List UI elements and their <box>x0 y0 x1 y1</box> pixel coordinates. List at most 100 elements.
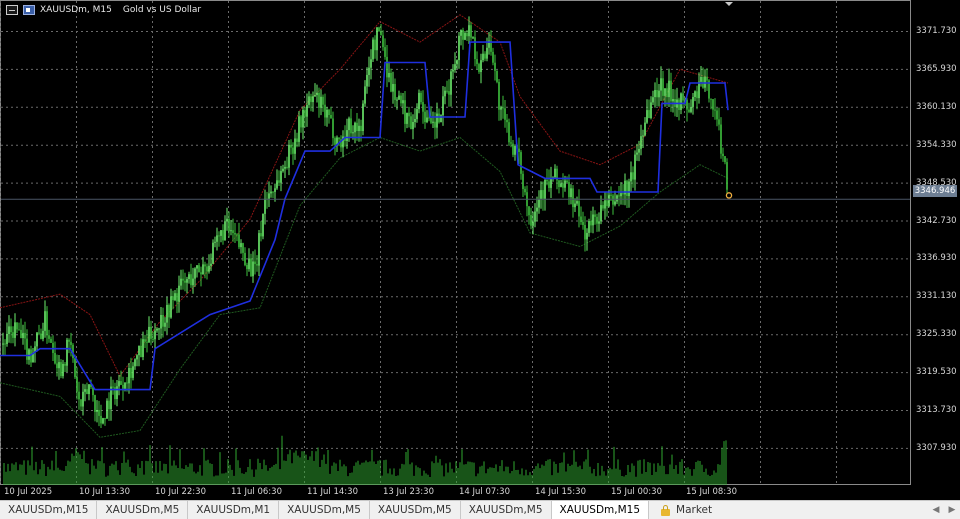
chart-tab-active[interactable]: XAUUSDm,M15 <box>551 501 650 519</box>
candle-body <box>80 399 82 407</box>
candle-body <box>432 121 434 123</box>
candle-body <box>330 115 332 119</box>
candle-body <box>212 242 214 264</box>
candle-body <box>388 73 390 78</box>
price-label: 3331.130 <box>916 291 957 301</box>
candle-body <box>566 180 568 183</box>
candle-body <box>2 343 4 345</box>
candle-body <box>168 305 170 318</box>
candle-body <box>634 154 636 180</box>
candle-body <box>382 35 384 48</box>
candle-body <box>318 92 320 108</box>
candle-body <box>122 384 124 389</box>
candle-body <box>366 74 368 87</box>
candle-body <box>288 144 290 168</box>
market-tab[interactable]: Market <box>649 501 720 519</box>
chart-tab[interactable]: XAUUSDm,M5 <box>97 501 189 519</box>
candle-body <box>608 194 610 207</box>
candle-body <box>462 30 464 40</box>
candle-body <box>186 279 188 283</box>
candle-body <box>682 93 684 101</box>
chart-tab[interactable]: XAUUSDm,M1 <box>188 501 280 519</box>
chart-description: Gold vs US Dollar <box>122 5 202 15</box>
price-chart[interactable]: XAUUSDm, M15 Gold vs US Dollar 3371.730 … <box>0 0 960 500</box>
chart-tab[interactable]: XAUUSDm,M5 <box>461 501 552 519</box>
candle-body <box>160 315 162 329</box>
chart-tab[interactable]: XAUUSDm,M5 <box>370 501 461 519</box>
candle-body <box>54 353 56 364</box>
candle-body <box>376 27 378 51</box>
candle-body <box>558 180 560 187</box>
candle-body <box>616 195 618 202</box>
candle-body <box>40 333 42 339</box>
candle-body <box>130 368 132 378</box>
candle-body <box>248 258 250 270</box>
candle-body <box>586 232 588 240</box>
candle-body <box>236 234 238 236</box>
one-click-trading-icon[interactable] <box>23 5 35 15</box>
candle-body <box>46 311 48 336</box>
candle-body <box>180 278 182 286</box>
candle-body <box>112 386 114 388</box>
candle-body <box>494 62 496 71</box>
candle-body <box>70 341 72 345</box>
candle-body <box>618 195 620 197</box>
candle-body <box>320 96 322 108</box>
tabs-scroll-left-icon[interactable]: ◀ <box>928 501 944 519</box>
candle-body <box>74 358 76 378</box>
candle-body <box>588 221 590 233</box>
time-label: 11 Jul 14:30 <box>307 487 358 497</box>
candle-body <box>304 109 306 117</box>
candle-body <box>386 56 388 78</box>
candle-body <box>478 64 480 72</box>
candle-body <box>38 332 40 334</box>
candle-body <box>48 335 50 339</box>
chart-canvas[interactable] <box>0 0 960 500</box>
candle-body <box>356 122 358 131</box>
candle-body <box>262 213 264 237</box>
chart-symbol: XAUUSDm, M15 <box>40 5 112 15</box>
candle-body <box>594 214 596 217</box>
candle-body <box>460 30 462 36</box>
time-label: 14 Jul 07:30 <box>459 487 510 497</box>
candle-body <box>436 113 438 128</box>
candle-body <box>224 221 226 241</box>
candle-body <box>706 76 708 81</box>
tabs-scroll-right-icon[interactable]: ▶ <box>944 501 960 519</box>
candle-body <box>712 99 714 110</box>
candle-body <box>328 109 330 115</box>
candle-body <box>100 415 102 424</box>
chart-menu-icon[interactable] <box>6 5 18 15</box>
candle-body <box>372 39 374 60</box>
candle-body <box>358 125 360 131</box>
candle-body <box>544 179 546 199</box>
candle-body <box>94 395 96 412</box>
chart-tab[interactable]: XAUUSDm,M15 <box>0 501 98 519</box>
candle-body <box>610 194 612 196</box>
candle-body <box>394 84 396 100</box>
price-label: 3371.730 <box>916 26 957 36</box>
candle-body <box>58 362 60 369</box>
candle-body <box>334 138 336 145</box>
candle-body <box>576 201 578 204</box>
candle-body <box>138 345 140 356</box>
candle-body <box>668 80 670 98</box>
candle-body <box>626 180 628 196</box>
candle-body <box>716 110 718 120</box>
price-label: 3313.730 <box>916 405 957 415</box>
candle-body <box>430 117 432 123</box>
candle-body <box>348 118 350 131</box>
candle-body <box>476 59 478 65</box>
candle-body <box>472 37 474 39</box>
candle-body <box>564 180 566 188</box>
candle-body <box>194 268 196 279</box>
candle-body <box>66 339 68 366</box>
candle-body <box>208 265 210 272</box>
candle-body <box>446 90 448 92</box>
candle-body <box>36 332 38 347</box>
candle-body <box>538 199 540 208</box>
chart-tab[interactable]: XAUUSDm,M5 <box>279 501 370 519</box>
candle-body <box>690 107 692 112</box>
candle-body <box>402 100 404 104</box>
candle-body <box>412 122 414 130</box>
